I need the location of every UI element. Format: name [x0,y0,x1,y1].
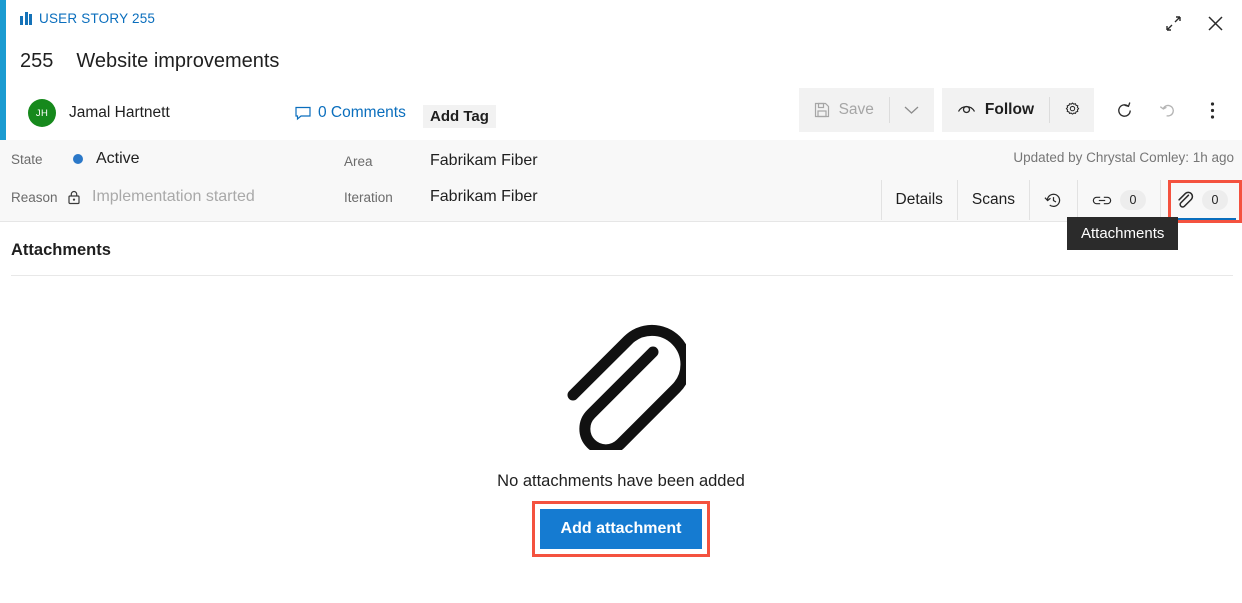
comments-link[interactable]: 0 Comments [295,104,406,122]
tab-scans[interactable]: Scans [956,180,1029,220]
comments-label: 0 Comments [318,104,406,121]
updated-note: Updated by Chrystal Comley: 1h ago [1013,150,1234,165]
tab-links[interactable]: 0 [1077,180,1160,220]
work-item-window: USER STORY 255 255 Website improvements … [0,0,1242,603]
undo-icon [1159,104,1174,117]
links-count: 0 [1120,190,1146,210]
work-item-info-strip: State Active Reason Implementation start… [0,140,1242,222]
save-dropdown-button[interactable] [890,88,934,132]
save-button[interactable]: Save [799,88,889,132]
attachments-empty-state: No attachments have been added Add attac… [0,300,1242,557]
link-icon [1092,196,1112,204]
tab-history[interactable] [1029,180,1077,220]
save-group: Save [798,88,934,132]
reason-value: Implementation started [92,188,255,205]
breadcrumb-label: USER STORY 255 [39,11,156,26]
area-label: Area [344,153,373,169]
restore-icon [1165,15,1181,31]
section-divider [11,275,1233,276]
state-label: State [11,151,43,167]
work-item-title[interactable]: Website improvements [76,50,279,73]
tab-details[interactable]: Details [880,180,957,220]
close-button[interactable] [1198,6,1232,40]
field-iteration[interactable]: Iteration Fabrikam Fiber [344,188,538,206]
field-area[interactable]: Area Fabrikam Fiber [344,152,538,170]
empty-message: No attachments have been added [497,472,745,490]
tab-attachments[interactable]: 0 [1160,180,1242,220]
iteration-value: Fabrikam Fiber [430,188,538,205]
add-tag-button[interactable]: Add Tag [423,105,496,128]
assignee-row[interactable]: JH Jamal Hartnett [28,95,170,131]
paperclip-icon [1178,191,1194,208]
assignee-name: Jamal Hartnett [69,104,170,121]
add-attachment-button[interactable]: Add attachment [539,509,703,549]
save-label: Save [838,101,874,118]
state-dot-icon [73,154,83,164]
breadcrumb[interactable]: USER STORY 255 [20,11,155,26]
work-item-id: 255 [20,50,54,72]
field-reason: Reason Implementation started [11,188,255,206]
settings-button[interactable] [1050,88,1094,132]
tab-scans-label: Scans [971,191,1015,208]
iteration-label: Iteration [344,189,393,205]
chevron-down-icon [904,106,919,114]
avatar: JH [28,99,56,127]
restore-button[interactable] [1156,6,1190,40]
follow-button[interactable]: Follow [942,88,1049,132]
state-value: Active [96,150,140,167]
work-item-tabs: Details Scans 0 0 [880,180,1242,220]
comment-icon [295,106,311,120]
follow-label: Follow [984,101,1034,118]
reason-label: Reason [11,189,58,205]
add-attachment-wrap: Add attachment [531,501,711,557]
refresh-button[interactable] [1102,88,1146,132]
eye-icon [957,105,975,114]
tab-details-label: Details [895,191,943,208]
area-value: Fabrikam Fiber [430,152,538,169]
tooltip: Attachments [1067,217,1179,250]
revert-button[interactable] [1146,88,1190,132]
paperclip-illustration [567,324,686,450]
close-icon [1207,15,1223,31]
lock-icon [68,190,80,204]
section-title: Attachments [11,241,111,259]
kebab-menu-icon [1210,101,1214,119]
attachments-count: 0 [1202,190,1228,210]
field-state[interactable]: State Active [11,150,140,168]
work-item-type-accent-bar [0,0,6,140]
refresh-icon [1117,101,1131,117]
save-icon [814,102,829,118]
history-icon [1044,193,1061,207]
gear-icon [1065,101,1079,115]
more-actions-button[interactable] [1190,88,1234,132]
title-row: 255 Website improvements [20,50,279,73]
toolbar: Save Follow [798,88,1234,132]
work-item-icon [20,12,32,25]
follow-group: Follow [941,88,1094,132]
window-controls [1156,6,1232,40]
